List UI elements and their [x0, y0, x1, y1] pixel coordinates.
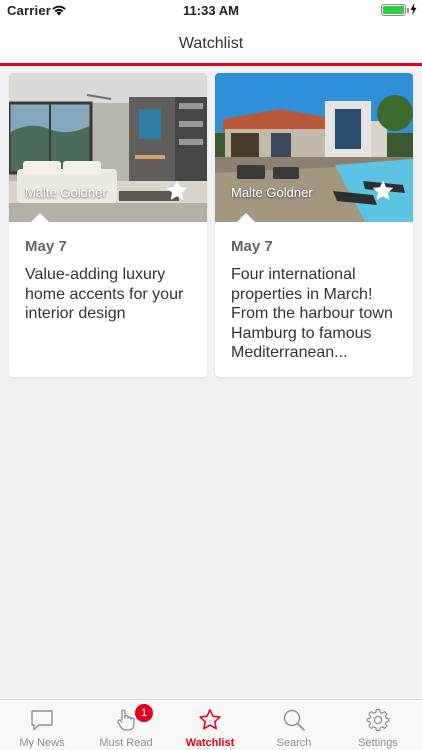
tab-label: My News — [19, 737, 65, 749]
tab-my-news[interactable]: My News — [0, 700, 84, 750]
article-image: Malte Goldner — [215, 73, 413, 222]
article-card[interactable]: Malte Goldner May 7 Four international p… — [215, 73, 413, 377]
tab-label: Settings — [358, 737, 398, 749]
image-notch — [31, 213, 49, 222]
battery-icon — [381, 4, 409, 16]
tab-settings[interactable]: Settings — [336, 700, 420, 750]
tab-label: Search — [276, 737, 312, 749]
chat-bubble-icon — [31, 710, 53, 731]
article-card[interactable]: Malte Goldner May 7 Value-adding luxury … — [9, 73, 207, 377]
gear-icon — [366, 708, 390, 732]
watchlist-grid: Malte Goldner May 7 Value-adding luxury … — [0, 69, 422, 699]
tab-search[interactable]: Search — [252, 700, 336, 750]
clock: 11:33 AM — [183, 3, 239, 18]
author-name: Malte Goldner — [231, 185, 313, 200]
tab-label: Watchlist — [185, 737, 235, 749]
tab-watchlist[interactable]: Watchlist — [168, 700, 252, 750]
notification-badge: 1 — [135, 704, 153, 722]
navigation-bar: Watchlist — [0, 22, 422, 66]
star-outline-icon — [199, 709, 221, 730]
article-title[interactable]: Value-adding luxury home accents for you… — [25, 265, 197, 324]
article-title[interactable]: Four international properties in March! … — [231, 265, 403, 363]
article-date: May 7 — [25, 238, 67, 255]
star-filled-icon[interactable] — [371, 179, 395, 203]
tab-must-read[interactable]: 1 Must Read — [84, 700, 168, 750]
status-bar: Carrier 11:33 AM — [0, 0, 422, 22]
magnifier-icon — [283, 709, 305, 731]
page-title: Watchlist — [178, 35, 244, 52]
battery-fill — [383, 6, 404, 14]
tab-bar: My News 1 Must Read Watchlist Search Set… — [0, 699, 422, 750]
article-image: Malte Goldner — [9, 73, 207, 222]
image-notch — [237, 213, 255, 222]
tab-label: Must Read — [99, 737, 153, 749]
author-name: Malte Goldner — [25, 185, 107, 200]
charging-bolt-icon — [410, 3, 417, 15]
star-filled-icon[interactable] — [165, 179, 189, 203]
article-date: May 7 — [231, 238, 273, 255]
